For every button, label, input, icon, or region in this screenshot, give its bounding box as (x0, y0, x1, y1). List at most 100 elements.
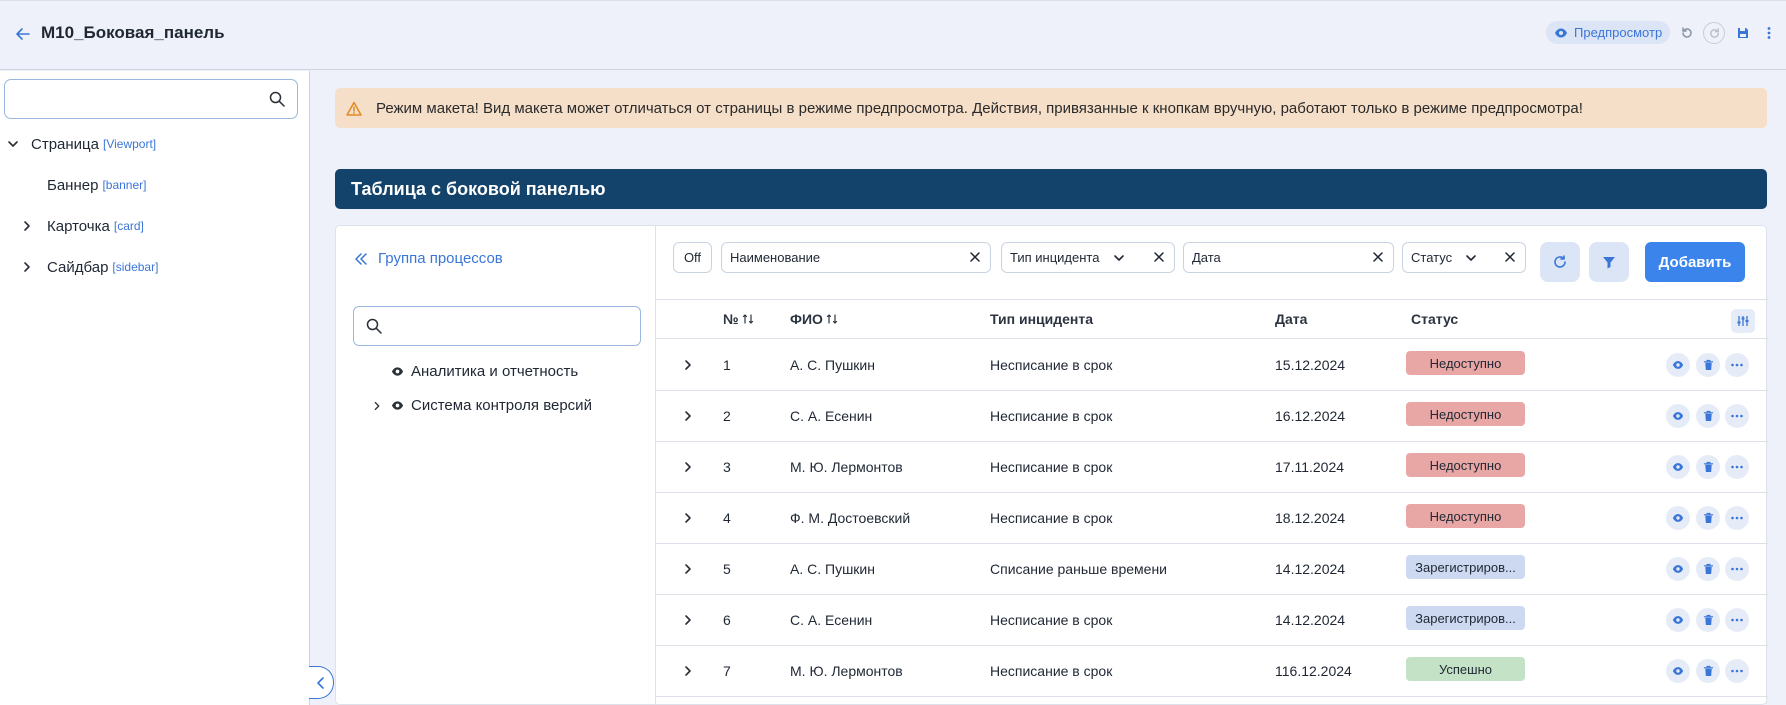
view-eye-icon[interactable] (1666, 404, 1690, 428)
more-horizontal-icon[interactable] (1725, 557, 1749, 581)
more-horizontal-icon[interactable] (1725, 659, 1749, 683)
view-eye-icon[interactable] (1666, 557, 1690, 581)
chevron-right-icon[interactable] (17, 257, 37, 277)
more-horizontal-icon[interactable] (1725, 455, 1749, 479)
incident-type-filter[interactable]: Тип инцидента (1001, 242, 1175, 273)
tree-search-field[interactable] (4, 79, 298, 119)
close-icon[interactable] (968, 250, 982, 264)
table-row[interactable]: 7 М. Ю. Лермонтов Несписание в срок 116.12.… (656, 646, 1768, 697)
tree-item-tag: [sidebar] (112, 260, 159, 274)
tree-item-sidebar[interactable]: Сайдбар [sidebar] (17, 255, 158, 279)
side-item-label: Система контроля версий (411, 397, 592, 414)
sort-icon[interactable] (826, 313, 838, 325)
warning-triangle-icon (346, 101, 362, 116)
delete-trash-icon[interactable] (1696, 506, 1720, 530)
cell-fio: С. А. Есенин (790, 408, 873, 424)
delete-trash-icon[interactable] (1696, 353, 1720, 377)
tree-item-page[interactable]: Страница [Viewport] (3, 132, 156, 156)
table-row[interactable]: 5 А. С. Пушкин Списание раньше времени 14.1… (656, 544, 1768, 595)
more-horizontal-icon[interactable] (1725, 608, 1749, 632)
status-filter[interactable]: Статус (1402, 242, 1526, 273)
save-icon[interactable] (1731, 21, 1755, 45)
more-vertical-icon[interactable] (1757, 21, 1781, 45)
tree-item-tag: [banner] (102, 178, 147, 192)
delete-trash-icon[interactable] (1696, 659, 1720, 683)
sort-icon[interactable] (742, 313, 754, 325)
table-block-title: Таблица с боковой панелью (335, 169, 1767, 209)
tree-item-card[interactable]: Карточка [card] (17, 214, 144, 238)
preview-label: Предпросмотр (1574, 25, 1663, 40)
side-item-analytics[interactable]: Аналитика и отчетность (391, 363, 578, 380)
chevron-right-icon[interactable] (678, 406, 698, 426)
more-horizontal-icon[interactable] (1725, 353, 1749, 377)
cell-date: 18.12.2024 (1275, 510, 1346, 526)
date-filter[interactable]: Дата (1183, 242, 1394, 273)
delete-trash-icon[interactable] (1696, 608, 1720, 632)
chevron-down-icon[interactable] (1464, 251, 1478, 265)
table-row[interactable]: 2 С. А. Есенин Несписание в срок 16.12.2024… (656, 391, 1768, 442)
side-item-label: Аналитика и отчетность (411, 363, 579, 380)
cell-num: 4 (723, 510, 731, 526)
view-eye-icon[interactable] (1666, 455, 1690, 479)
cell-date: 14.12.2024 (1275, 561, 1346, 577)
redo-icon[interactable] (1703, 22, 1725, 44)
column-settings-icon[interactable] (1731, 309, 1755, 333)
preview-button[interactable]: Предпросмотр (1546, 21, 1671, 44)
chevron-right-icon[interactable] (678, 355, 698, 375)
page-title: М10_Боковая_панель (41, 23, 225, 42)
table-row[interactable]: 6 С. А. Есенин Несписание в срок 14.12.2024… (656, 595, 1768, 646)
back-arrow-icon[interactable] (12, 23, 34, 45)
tree-search-input[interactable] (15, 88, 255, 110)
layout-mode-warning: Режим макета! Вид макета может отличатьс… (335, 88, 1767, 128)
refresh-icon (1552, 254, 1568, 270)
tree-item-banner[interactable]: Баннер [banner] (47, 173, 147, 197)
view-eye-icon[interactable] (1666, 506, 1690, 530)
table-row[interactable]: 3 М. Ю. Лермонтов Несписание в срок 17.11.2… (656, 442, 1768, 493)
table-row[interactable]: 1 А. С. Пушкин Несписание в срок 15.12.2024… (656, 340, 1768, 391)
chevron-right-icon[interactable] (678, 559, 698, 579)
delete-trash-icon[interactable] (1696, 455, 1720, 479)
sidebar-search-field[interactable] (353, 306, 641, 346)
undo-icon[interactable] (1675, 21, 1699, 45)
filter-button[interactable] (1589, 242, 1629, 282)
date-filter-label: Дата (1192, 250, 1221, 265)
view-eye-icon[interactable] (1666, 353, 1690, 377)
cell-type: Несписание в срок (990, 510, 1113, 526)
close-icon[interactable] (1152, 250, 1166, 264)
cell-fio: А. С. Пушкин (790, 561, 875, 577)
table-row[interactable]: 4 Ф. М. Достоевский Несписание в срок 18.12… (656, 493, 1768, 544)
status-badge: Недоступно (1406, 351, 1525, 375)
collapse-panel-button[interactable] (309, 666, 334, 699)
column-fio[interactable]: ФИО (790, 311, 838, 327)
sidebar-search-input[interactable] (394, 316, 624, 338)
eye-icon (391, 399, 404, 412)
off-toggle[interactable]: Off (673, 242, 712, 273)
refresh-button[interactable] (1540, 242, 1580, 282)
more-horizontal-icon[interactable] (1725, 506, 1749, 530)
tree-item-label: Баннер (47, 176, 99, 194)
close-icon[interactable] (1503, 250, 1517, 264)
chevron-right-icon[interactable] (678, 457, 698, 477)
delete-trash-icon[interactable] (1696, 404, 1720, 428)
view-eye-icon[interactable] (1666, 659, 1690, 683)
column-fio-label: ФИО (790, 311, 823, 327)
delete-trash-icon[interactable] (1696, 557, 1720, 581)
view-eye-icon[interactable] (1666, 608, 1690, 632)
more-horizontal-icon[interactable] (1725, 404, 1749, 428)
name-filter[interactable]: Наименование (721, 242, 991, 273)
chevron-down-icon[interactable] (3, 134, 23, 154)
side-item-vcs[interactable]: Система контроля версий (369, 397, 592, 414)
chevron-right-icon[interactable] (369, 400, 385, 412)
chevron-down-icon[interactable] (1112, 251, 1126, 265)
chevron-right-icon[interactable] (678, 610, 698, 630)
chevron-right-icon[interactable] (678, 661, 698, 681)
column-num[interactable]: № (723, 311, 754, 327)
close-icon[interactable] (1371, 250, 1385, 264)
status-badge: Зарегистриров... (1406, 555, 1525, 579)
chevron-right-icon[interactable] (678, 508, 698, 528)
cell-fio: А. С. Пушкин (790, 357, 875, 373)
add-button[interactable]: Добавить (1645, 242, 1745, 282)
chevron-right-icon[interactable] (17, 216, 37, 236)
status-badge: Зарегистриров... (1406, 606, 1525, 630)
process-group-header[interactable]: Группа процессов (354, 250, 503, 267)
